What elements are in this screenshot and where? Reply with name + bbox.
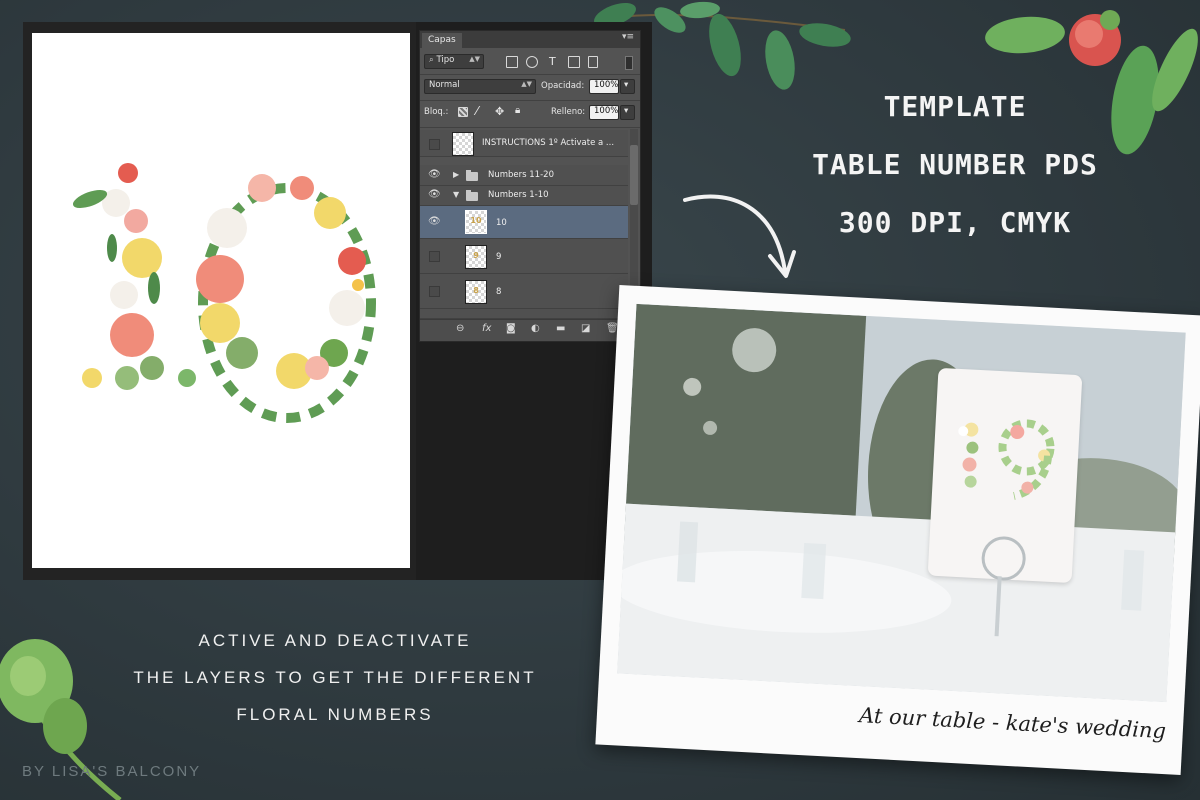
thumbnail-number: 9 bbox=[473, 251, 479, 260]
layer-thumbnail bbox=[452, 132, 474, 156]
opacity-input[interactable]: 100% bbox=[589, 79, 619, 94]
new-group-folder-icon[interactable]: ▬ bbox=[556, 323, 565, 334]
filter-kind-value: Tipo bbox=[436, 55, 455, 65]
floral-number-artwork bbox=[72, 163, 376, 423]
eye-icon[interactable]: 👁︎ bbox=[428, 216, 441, 228]
layer-thumbnail: 10 bbox=[465, 210, 487, 234]
curved-arrow-icon bbox=[683, 194, 796, 278]
layers-bottom-toolbar: ⊖ fx ◙ ◐ ▬ ◪ 🗑︎ bbox=[420, 319, 640, 341]
card-holder bbox=[980, 535, 1027, 582]
lock-row: Bloq.: ⁄ ✥ 🔒︎ Relleno: 100% ▾ bbox=[420, 102, 640, 124]
floral-digit-zero bbox=[196, 174, 376, 423]
instructions-line1: ACTIVE AND DEACTIVATE bbox=[198, 631, 472, 650]
layer-name: Numbers 11-20 bbox=[488, 170, 554, 180]
chevron-updown-icon: ▲▼ bbox=[469, 55, 480, 63]
floral-digit-one bbox=[72, 163, 196, 390]
folder-icon bbox=[466, 170, 478, 181]
layer-row-10[interactable]: 👁︎ 10 10 bbox=[420, 206, 628, 239]
wedding-table-photo bbox=[617, 303, 1186, 703]
filter-toggle-switch[interactable] bbox=[625, 56, 633, 70]
chevron-updown-icon: ▲▼ bbox=[521, 80, 532, 88]
visibility-toggle-off[interactable] bbox=[429, 139, 440, 150]
card-digit-nine bbox=[998, 419, 1055, 500]
layer-name: 9 bbox=[496, 252, 502, 262]
filter-pixel-icon[interactable] bbox=[506, 56, 518, 68]
lock-position-move-icon[interactable]: ✥ bbox=[495, 105, 504, 118]
divider bbox=[420, 100, 640, 101]
lock-transparent-icon[interactable] bbox=[458, 107, 468, 117]
filter-smart-object-icon[interactable] bbox=[588, 56, 598, 68]
fill-input[interactable]: 100% bbox=[589, 105, 619, 120]
layer-name: 10 bbox=[496, 218, 507, 228]
blend-mode-value: Normal bbox=[429, 80, 460, 90]
layer-row-partial bbox=[420, 309, 628, 319]
visibility-toggle-off[interactable] bbox=[429, 286, 440, 297]
template-title-line1: TEMPLATE bbox=[883, 90, 1027, 123]
add-mask-icon[interactable]: ◙ bbox=[506, 323, 516, 334]
folder-open-icon bbox=[466, 190, 478, 201]
lock-all-padlock-icon[interactable]: 🔒︎ bbox=[515, 105, 520, 116]
template-title-line2: TABLE NUMBER PDS bbox=[812, 148, 1098, 181]
layer-style-fx-icon[interactable]: fx bbox=[482, 323, 491, 334]
eye-icon[interactable]: 👁︎ bbox=[428, 169, 441, 181]
filter-shape-icon[interactable] bbox=[568, 56, 580, 68]
new-layer-icon[interactable]: ◪ bbox=[581, 323, 590, 334]
layer-thumbnail: 9 bbox=[465, 245, 487, 269]
layer-row-8[interactable]: 8 8 bbox=[420, 274, 628, 309]
lock-image-brush-icon[interactable]: ⁄ bbox=[476, 104, 478, 118]
filter-type-icon[interactable]: T bbox=[549, 55, 556, 68]
divider bbox=[420, 74, 640, 75]
instructions-line2: THE LAYERS TO GET THE DIFFERENT bbox=[133, 668, 537, 687]
rose-top-right-illustration bbox=[985, 10, 1198, 155]
instructions-line3: FLORAL NUMBERS bbox=[236, 705, 434, 724]
layer-group-numbers-1-10[interactable]: 👁︎ ▼ Numbers 1-10 bbox=[420, 186, 628, 206]
polaroid-photo: At our table - kate's wedding bbox=[595, 284, 1200, 776]
layer-name: INSTRUCTIONS 1º Activate a ... bbox=[482, 138, 615, 148]
layer-name: Numbers 1-10 bbox=[488, 190, 549, 200]
expand-triangle-icon[interactable]: ▶ bbox=[453, 170, 459, 179]
filter-adjustment-icon[interactable] bbox=[526, 56, 538, 68]
opacity-dropdown-icon[interactable]: ▾ bbox=[620, 79, 635, 94]
panel-tab-bar: Capas ▾≡ bbox=[420, 31, 640, 48]
panel-menu-icon[interactable]: ▾≡ bbox=[622, 32, 634, 42]
collapse-triangle-icon[interactable]: ▼ bbox=[453, 190, 459, 199]
layer-row-9[interactable]: 9 9 bbox=[420, 239, 628, 274]
visibility-toggle-off[interactable] bbox=[429, 251, 440, 262]
divider bbox=[420, 127, 640, 128]
layer-group-numbers-11-20[interactable]: 👁︎ ▶ Numbers 11-20 bbox=[420, 165, 628, 186]
card-floral-number bbox=[958, 419, 1055, 500]
thumbnail-number: 10 bbox=[470, 216, 482, 225]
layer-row-instructions[interactable]: INSTRUCTIONS 1º Activate a ... bbox=[420, 130, 628, 157]
scrollbar-thumb[interactable] bbox=[630, 145, 638, 205]
photo-scene bbox=[617, 303, 1186, 703]
fill-dropdown-icon[interactable]: ▾ bbox=[620, 105, 635, 120]
lock-label: Bloq.: bbox=[424, 107, 449, 117]
layer-thumbnail: 8 bbox=[465, 280, 487, 304]
table-number-card bbox=[927, 367, 1083, 637]
thumbnail-number: 8 bbox=[473, 286, 479, 295]
link-layers-icon[interactable]: ⊖ bbox=[456, 323, 464, 334]
search-icon: ⌕ bbox=[429, 55, 434, 65]
brand-credit: BY LISA'S BALCONY bbox=[22, 763, 202, 780]
layer-name: 8 bbox=[496, 287, 502, 297]
card-digit-one bbox=[958, 422, 979, 488]
eye-icon[interactable]: 👁︎ bbox=[428, 189, 441, 201]
fill-label: Relleno: bbox=[551, 107, 586, 117]
opacity-label: Opacidad: bbox=[541, 81, 585, 91]
new-adjustment-layer-icon[interactable]: ◐ bbox=[531, 323, 540, 334]
blend-row: Normal ▲▼ Opacidad: 100% ▾ bbox=[420, 77, 640, 97]
tab-layers[interactable]: Capas bbox=[422, 33, 462, 48]
layer-filter-row: ⌕ Tipo ▲▼ T bbox=[420, 52, 640, 72]
layers-panel: Capas ▾≡ ⌕ Tipo ▲▼ T Normal ▲▼ Opacidad:… bbox=[419, 30, 641, 342]
template-title-line3: 300 DPI, CMYK bbox=[838, 206, 1072, 239]
filter-kind-select[interactable]: ⌕ Tipo ▲▼ bbox=[424, 54, 484, 69]
polaroid-caption: At our table - kate's wedding bbox=[858, 703, 1167, 744]
blend-mode-select[interactable]: Normal ▲▼ bbox=[424, 79, 536, 94]
document-canvas bbox=[32, 33, 410, 568]
